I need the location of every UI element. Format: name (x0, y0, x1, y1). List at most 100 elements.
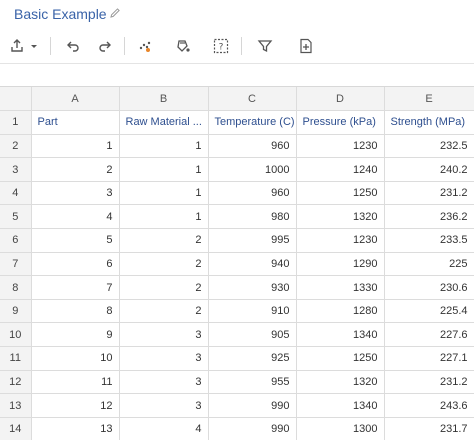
pencil-icon[interactable] (108, 6, 122, 20)
table-cell[interactable]: 5 (31, 228, 120, 253)
table-cell[interactable]: 1320 (296, 204, 385, 230)
table-cell[interactable]: 990 (208, 417, 297, 440)
table-cell[interactable]: 3 (119, 370, 209, 395)
table-cell[interactable]: 236.2 (384, 204, 474, 230)
table-cell[interactable]: 11 (31, 370, 120, 395)
table-cell[interactable]: 1330 (296, 275, 385, 300)
table-cell[interactable]: 1340 (296, 393, 385, 418)
table-cell[interactable]: 225 (384, 252, 474, 277)
column-letter[interactable]: E (384, 87, 474, 112)
table-cell[interactable]: 4 (119, 417, 209, 440)
undo-button[interactable] (62, 35, 84, 57)
table-cell[interactable]: 227.6 (384, 322, 474, 348)
row-number[interactable]: 4 (0, 181, 32, 206)
table-cell[interactable]: 231.2 (384, 370, 474, 395)
table-cell[interactable]: 990 (208, 393, 297, 418)
table-cell[interactable]: 12 (31, 393, 120, 418)
table-cell[interactable]: 243.6 (384, 393, 474, 418)
table-cell[interactable]: 240.2 (384, 157, 474, 182)
row-number[interactable]: 6 (0, 228, 32, 253)
row-number[interactable]: 9 (0, 299, 32, 324)
column-letter[interactable]: C (208, 87, 297, 112)
header-cell-pressure[interactable]: Pressure (kPa) (296, 110, 385, 135)
upload-dropdown-button[interactable] (27, 35, 41, 57)
table-cell[interactable]: 225.4 (384, 299, 474, 324)
table-cell[interactable]: 9 (31, 322, 120, 348)
header-cell-raw-material[interactable]: Raw Material ... (119, 110, 209, 135)
analysis-button[interactable] (172, 35, 194, 57)
select-all-corner[interactable] (0, 87, 32, 112)
table-cell[interactable]: 980 (208, 204, 297, 230)
table-cell[interactable]: 1340 (296, 322, 385, 348)
row-number[interactable]: 10 (0, 322, 32, 348)
table-cell[interactable]: 1290 (296, 252, 385, 277)
row-number[interactable]: 14 (0, 417, 32, 440)
table-cell[interactable]: 3 (119, 346, 209, 371)
row-number[interactable]: 13 (0, 393, 32, 418)
redo-button[interactable] (94, 35, 116, 57)
table-cell[interactable]: 231.2 (384, 181, 474, 206)
header-cell-temperature[interactable]: Temperature (C) (208, 110, 297, 135)
table-cell[interactable]: 3 (31, 181, 120, 206)
row-number[interactable]: 5 (0, 204, 32, 230)
table-cell[interactable]: 3 (119, 322, 209, 348)
table-cell[interactable]: 2 (31, 157, 120, 182)
header-cell-strength[interactable]: Strength (MPa) (384, 110, 474, 135)
row-number[interactable]: 2 (0, 134, 32, 159)
table-cell[interactable]: 2 (119, 252, 209, 277)
row-number[interactable]: 8 (0, 275, 32, 300)
table-cell[interactable]: 230.6 (384, 275, 474, 300)
table-cell[interactable]: 960 (208, 181, 297, 206)
table-cell[interactable]: 13 (31, 417, 120, 440)
table-cell[interactable]: 1250 (296, 181, 385, 206)
row-number[interactable]: 12 (0, 370, 32, 395)
table-cell[interactable]: 930 (208, 275, 297, 300)
table-cell[interactable]: 2 (119, 228, 209, 253)
table-cell[interactable]: 10 (31, 346, 120, 371)
row-number[interactable]: 7 (0, 252, 32, 277)
table-cell[interactable]: 233.5 (384, 228, 474, 253)
table-cell[interactable]: 3 (119, 393, 209, 418)
table-cell[interactable]: 960 (208, 134, 297, 159)
header-cell-part[interactable]: Part (31, 110, 120, 135)
table-cell[interactable]: 1000 (208, 157, 297, 182)
graph-builder-button[interactable] (134, 35, 156, 57)
table-cell[interactable]: 8 (31, 299, 120, 324)
add-column-button[interactable] (295, 35, 317, 57)
table-cell[interactable]: 232.5 (384, 134, 474, 159)
row-number[interactable]: 3 (0, 157, 32, 182)
table-cell[interactable]: 1 (119, 134, 209, 159)
table-cell[interactable]: 1240 (296, 157, 385, 182)
table-cell[interactable]: 1 (31, 134, 120, 159)
table-cell[interactable]: 4 (31, 204, 120, 230)
row-number[interactable]: 1 (0, 110, 32, 135)
table-cell[interactable]: 910 (208, 299, 297, 324)
column-letter[interactable]: A (31, 87, 120, 112)
column-letter[interactable]: B (119, 87, 209, 112)
table-cell[interactable]: 995 (208, 228, 297, 253)
table-cell[interactable]: 7 (31, 275, 120, 300)
column-letter[interactable]: D (296, 87, 385, 112)
table-cell[interactable]: 227.1 (384, 346, 474, 371)
table-cell[interactable]: 1230 (296, 228, 385, 253)
table-cell[interactable]: 2 (119, 275, 209, 300)
help-button[interactable]: ? (210, 35, 232, 57)
table-cell[interactable]: 1280 (296, 299, 385, 324)
table-cell[interactable]: 905 (208, 322, 297, 348)
table-cell[interactable]: 6 (31, 252, 120, 277)
table-cell[interactable]: 1 (119, 181, 209, 206)
table-cell[interactable]: 1320 (296, 370, 385, 395)
upload-button[interactable] (6, 35, 28, 57)
table-cell[interactable]: 1230 (296, 134, 385, 159)
table-cell[interactable]: 925 (208, 346, 297, 371)
table-cell[interactable]: 1 (119, 204, 209, 230)
table-cell[interactable]: 955 (208, 370, 297, 395)
table-cell[interactable]: 1300 (296, 417, 385, 440)
table-cell[interactable]: 231.7 (384, 417, 474, 440)
row-number[interactable]: 11 (0, 346, 32, 371)
filter-button[interactable] (254, 35, 276, 57)
table-cell[interactable]: 2 (119, 299, 209, 324)
table-cell[interactable]: 940 (208, 252, 297, 277)
table-cell[interactable]: 1 (119, 157, 209, 182)
table-cell[interactable]: 1250 (296, 346, 385, 371)
